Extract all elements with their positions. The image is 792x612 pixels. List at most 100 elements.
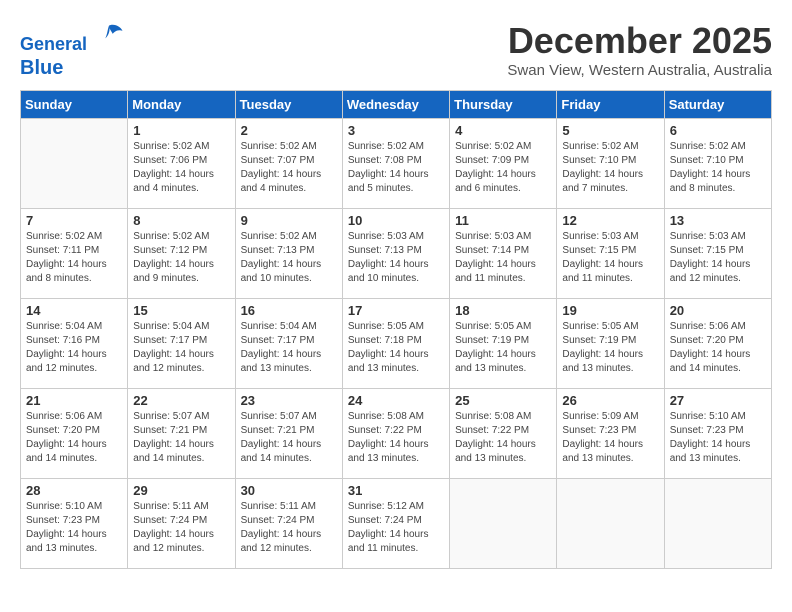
calendar-week-5: 28 Sunrise: 5:10 AMSunset: 7:23 PMDayligh… [21, 478, 772, 568]
calendar-cell: 29 Sunrise: 5:11 AMSunset: 7:24 PMDayligh… [128, 478, 235, 568]
day-number: 29 [133, 483, 229, 498]
calendar-cell: 17 Sunrise: 5:05 AMSunset: 7:18 PMDayligh… [342, 298, 449, 388]
calendar-cell: 25Sunrise: 5:08 AMSunset: 7:22 PMDayligh… [450, 388, 557, 478]
day-info: Sunrise: 5:02 AMSunset: 7:10 PMDaylight:… [670, 140, 766, 196]
calendar-cell: 11Sunrise: 5:03 AMSunset: 7:14 PMDayligh… [450, 208, 557, 298]
day-number: 17 [348, 303, 444, 318]
logo-general: General [20, 34, 87, 54]
calendar-cell: 24Sunrise: 5:08 AMSunset: 7:22 PMDayligh… [342, 388, 449, 478]
day-number: 13 [670, 213, 766, 228]
calendar-cell: 5Sunrise: 5:02 AMSunset: 7:10 PMDaylight… [557, 118, 664, 208]
day-info: Sunrise: 5:10 AMSunset: 7:23 PMDaylight:… [670, 410, 766, 466]
day-info: Sunrise: 5:08 AMSunset: 7:22 PMDaylight:… [455, 410, 551, 466]
day-header-saturday: Saturday [664, 90, 771, 118]
day-info: Sunrise: 5:04 AMSunset: 7:17 PMDaylight:… [133, 320, 229, 376]
calendar-cell: 18Sunrise: 5:05 AMSunset: 7:19 PMDayligh… [450, 298, 557, 388]
day-number: 10 [348, 213, 444, 228]
day-number: 15 [133, 303, 229, 318]
day-info: Sunrise: 5:05 AMSunset: 7:19 PMDaylight:… [562, 320, 658, 376]
day-info: Sunrise: 5:04 AMSunset: 7:17 PMDaylight:… [241, 320, 337, 376]
day-info: Sunrise: 5:03 AMSunset: 7:13 PMDaylight:… [348, 230, 444, 286]
day-info: Sunrise: 5:06 AMSunset: 7:20 PMDaylight:… [670, 320, 766, 376]
day-header-friday: Friday [557, 90, 664, 118]
calendar-week-2: 7Sunrise: 5:02 AMSunset: 7:11 PMDaylight… [21, 208, 772, 298]
calendar-week-4: 21 Sunrise: 5:06 AMSunset: 7:20 PMDayligh… [21, 388, 772, 478]
calendar-cell [557, 478, 664, 568]
calendar-cell: 19 Sunrise: 5:05 AMSunset: 7:19 PMDayligh… [557, 298, 664, 388]
calendar-cell: 23 Sunrise: 5:07 AMSunset: 7:21 PMDayligh… [235, 388, 342, 478]
day-info: Sunrise: 5:08 AMSunset: 7:22 PMDaylight:… [348, 410, 444, 466]
day-number: 20 [670, 303, 766, 318]
calendar-cell: 9 Sunrise: 5:02 AMSunset: 7:13 PMDaylight… [235, 208, 342, 298]
calendar-week-1: 1Sunrise: 5:02 AMSunset: 7:06 PMDaylight… [21, 118, 772, 208]
day-number: 2 [241, 123, 337, 138]
calendar-cell: 10 Sunrise: 5:03 AMSunset: 7:13 PMDayligh… [342, 208, 449, 298]
day-info: Sunrise: 5:10 AMSunset: 7:23 PMDaylight:… [26, 500, 122, 556]
day-info: Sunrise: 5:07 AMSunset: 7:21 PMDaylight:… [133, 410, 229, 466]
calendar-cell: 3Sunrise: 5:02 AMSunset: 7:08 PMDaylight… [342, 118, 449, 208]
day-info: Sunrise: 5:05 AMSunset: 7:18 PMDaylight:… [348, 320, 444, 376]
calendar-cell: 7Sunrise: 5:02 AMSunset: 7:11 PMDaylight… [21, 208, 128, 298]
calendar-cell: 2Sunrise: 5:02 AMSunset: 7:07 PMDaylight… [235, 118, 342, 208]
calendar-cell: 26 Sunrise: 5:09 AMSunset: 7:23 PMDayligh… [557, 388, 664, 478]
day-header-wednesday: Wednesday [342, 90, 449, 118]
day-info: Sunrise: 5:02 AMSunset: 7:09 PMDaylight:… [455, 140, 551, 196]
day-number: 12 [562, 213, 658, 228]
calendar-cell: 8 Sunrise: 5:02 AMSunset: 7:12 PMDaylight… [128, 208, 235, 298]
logo-bird-icon [94, 20, 124, 50]
day-info: Sunrise: 5:06 AMSunset: 7:20 PMDaylight:… [26, 410, 122, 466]
day-info: Sunrise: 5:02 AMSunset: 7:06 PMDaylight:… [133, 140, 229, 196]
day-header-sunday: Sunday [21, 90, 128, 118]
day-number: 26 [562, 393, 658, 408]
calendar-cell: 6 Sunrise: 5:02 AMSunset: 7:10 PMDaylight… [664, 118, 771, 208]
day-info: Sunrise: 5:11 AMSunset: 7:24 PMDaylight:… [241, 500, 337, 556]
calendar-cell [21, 118, 128, 208]
calendar-cell: 1Sunrise: 5:02 AMSunset: 7:06 PMDaylight… [128, 118, 235, 208]
day-info: Sunrise: 5:02 AMSunset: 7:13 PMDaylight:… [241, 230, 337, 286]
day-number: 21 [26, 393, 122, 408]
calendar-cell: 21 Sunrise: 5:06 AMSunset: 7:20 PMDayligh… [21, 388, 128, 478]
calendar-cell: 13 Sunrise: 5:03 AMSunset: 7:15 PMDayligh… [664, 208, 771, 298]
calendar-cell [450, 478, 557, 568]
location-title: Swan View, Western Australia, Australia [507, 62, 772, 79]
logo: General Blue [20, 20, 124, 80]
day-info: Sunrise: 5:11 AMSunset: 7:24 PMDaylight:… [133, 500, 229, 556]
day-number: 4 [455, 123, 551, 138]
day-number: 19 [562, 303, 658, 318]
day-info: Sunrise: 5:05 AMSunset: 7:19 PMDaylight:… [455, 320, 551, 376]
day-number: 9 [241, 213, 337, 228]
day-number: 22 [133, 393, 229, 408]
day-number: 11 [455, 213, 551, 228]
calendar-cell: 30 Sunrise: 5:11 AMSunset: 7:24 PMDayligh… [235, 478, 342, 568]
calendar-week-3: 14 Sunrise: 5:04 AMSunset: 7:16 PMDayligh… [21, 298, 772, 388]
calendar-cell: 22 Sunrise: 5:07 AMSunset: 7:21 PMDayligh… [128, 388, 235, 478]
day-number: 27 [670, 393, 766, 408]
calendar-cell: 16 Sunrise: 5:04 AMSunset: 7:17 PMDayligh… [235, 298, 342, 388]
day-number: 6 [670, 123, 766, 138]
day-info: Sunrise: 5:02 AMSunset: 7:11 PMDaylight:… [26, 230, 122, 286]
day-number: 31 [348, 483, 444, 498]
day-number: 30 [241, 483, 337, 498]
day-number: 23 [241, 393, 337, 408]
day-number: 8 [133, 213, 229, 228]
day-info: Sunrise: 5:12 AMSunset: 7:24 PMDaylight:… [348, 500, 444, 556]
calendar-header-row: SundayMondayTuesdayWednesdayThursdayFrid… [21, 90, 772, 118]
day-info: Sunrise: 5:09 AMSunset: 7:23 PMDaylight:… [562, 410, 658, 466]
calendar-cell: 31 Sunrise: 5:12 AMSunset: 7:24 PMDayligh… [342, 478, 449, 568]
logo-blue: Blue [20, 57, 63, 79]
calendar-cell: 14 Sunrise: 5:04 AMSunset: 7:16 PMDayligh… [21, 298, 128, 388]
day-number: 16 [241, 303, 337, 318]
day-number: 28 [26, 483, 122, 498]
day-number: 3 [348, 123, 444, 138]
day-header-tuesday: Tuesday [235, 90, 342, 118]
day-info: Sunrise: 5:02 AMSunset: 7:12 PMDaylight:… [133, 230, 229, 286]
day-number: 5 [562, 123, 658, 138]
day-info: Sunrise: 5:03 AMSunset: 7:15 PMDaylight:… [670, 230, 766, 286]
day-info: Sunrise: 5:07 AMSunset: 7:21 PMDaylight:… [241, 410, 337, 466]
calendar-cell: 28 Sunrise: 5:10 AMSunset: 7:23 PMDayligh… [21, 478, 128, 568]
day-info: Sunrise: 5:04 AMSunset: 7:16 PMDaylight:… [26, 320, 122, 376]
day-number: 14 [26, 303, 122, 318]
page-header: General Blue December 2025 Swan View, We… [20, 20, 772, 80]
calendar-cell: 4 Sunrise: 5:02 AMSunset: 7:09 PMDaylight… [450, 118, 557, 208]
calendar-cell: 12Sunrise: 5:03 AMSunset: 7:15 PMDayligh… [557, 208, 664, 298]
